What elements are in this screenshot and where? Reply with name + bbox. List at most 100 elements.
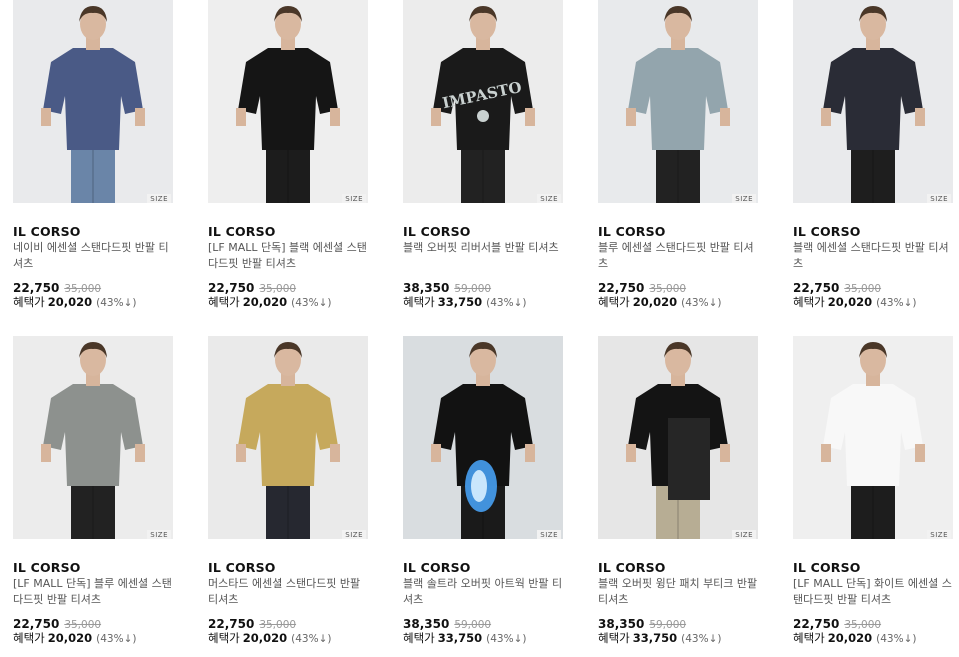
- size-tag[interactable]: SIZE: [537, 194, 561, 203]
- product-name[interactable]: [LF MALL 단독] 화이트 에센셜 스탠다드핏 반팔 티셔츠: [793, 576, 953, 610]
- benefit-line: 혜택가 33,750 (43%↓): [403, 630, 563, 646]
- sale-price: 22,750: [793, 617, 840, 631]
- product-card[interactable]: SIZE IL CORSO 블루 에센셜 스탠다드핏 반팔 티셔츠 22,750 35,…: [598, 0, 758, 310]
- benefit-label: 혜택가: [598, 631, 630, 645]
- benefit-price: 20,020: [242, 295, 288, 309]
- benefit-label: 혜택가: [598, 295, 630, 309]
- benefit-line: 혜택가 20,020 (43%↓): [793, 630, 953, 646]
- product-image[interactable]: SIZE: [13, 0, 173, 203]
- price-line: 22,750 35,000: [598, 277, 758, 295]
- product-image[interactable]: SIZE: [793, 0, 953, 203]
- product-image[interactable]: SIZE: [598, 0, 758, 203]
- product-brand[interactable]: IL CORSO: [598, 224, 758, 240]
- discount-rate: (43%↓): [291, 633, 332, 645]
- product-image[interactable]: SIZE: [208, 336, 368, 539]
- benefit-line: 혜택가 20,020 (43%↓): [598, 294, 758, 310]
- product-brand[interactable]: IL CORSO: [403, 560, 563, 576]
- price-line: 22,750 35,000: [793, 613, 953, 631]
- sale-price: 38,350: [403, 281, 450, 295]
- product-card[interactable]: SIZE IL CORSO 머스타드 에센셜 스탠다드핏 반팔 티셔츠 22,750 3…: [208, 336, 368, 646]
- benefit-price: 33,750: [437, 295, 483, 309]
- sale-price: 22,750: [208, 617, 255, 631]
- product-image[interactable]: SIZE: [13, 336, 173, 539]
- product-image[interactable]: SIZE: [208, 0, 368, 203]
- discount-rate: (43%↓): [681, 297, 722, 309]
- benefit-line: 혜택가 20,020 (43%↓): [208, 294, 368, 310]
- price-line: 22,750 35,000: [208, 277, 368, 295]
- benefit-line: 혜택가 20,020 (43%↓): [208, 630, 368, 646]
- sale-price: 22,750: [13, 281, 60, 295]
- product-card[interactable]: SIZE IL CORSO [LF MALL 단독] 화이트 에센셜 스탠다드핏 반…: [793, 336, 953, 646]
- product-name[interactable]: 블루 에센셜 스탠다드핏 반팔 티셔츠: [598, 240, 758, 274]
- product-grid: SIZE IL CORSO 네이비 에센셜 스탠다드핏 반팔 티셔츠 22,750 35…: [0, 0, 959, 657]
- product-image[interactable]: SIZE: [793, 336, 953, 539]
- discount-rate: (43%↓): [96, 633, 137, 645]
- sale-price: 38,350: [598, 617, 645, 631]
- product-name[interactable]: [LF MALL 단독] 블루 에센셜 스탠다드핏 반팔 티셔츠: [13, 576, 173, 610]
- price-line: 22,750 35,000: [13, 613, 173, 631]
- sale-price: 22,750: [793, 281, 840, 295]
- product-card[interactable]: SIZE IL CORSO 블랙 에센셜 스탠다드핏 반팔 티셔츠 22,750 35,…: [793, 0, 953, 310]
- size-tag[interactable]: SIZE: [342, 530, 366, 539]
- benefit-label: 혜택가: [13, 295, 45, 309]
- product-card[interactable]: SIZE IL CORSO 블랙 오버핏 윙단 패치 부티크 반팔 티셔츠 38,35…: [598, 336, 758, 646]
- size-tag[interactable]: SIZE: [927, 194, 951, 203]
- benefit-line: 혜택가 33,750 (43%↓): [598, 630, 758, 646]
- product-brand[interactable]: IL CORSO: [208, 224, 368, 240]
- size-tag[interactable]: SIZE: [732, 530, 756, 539]
- product-image[interactable]: IMPASTO SIZE: [403, 0, 563, 203]
- product-card[interactable]: SIZE IL CORSO [LF MALL 단독] 블루 에센셜 스탠다드핏 반팔…: [13, 336, 173, 646]
- price-line: 22,750 35,000: [208, 613, 368, 631]
- benefit-price: 20,020: [47, 295, 93, 309]
- benefit-line: 혜택가 20,020 (43%↓): [793, 294, 953, 310]
- discount-rate: (43%↓): [291, 297, 332, 309]
- product-image[interactable]: SIZE: [598, 336, 758, 539]
- price-line: 38,350 59,000: [403, 613, 563, 631]
- benefit-line: 혜택가 33,750 (43%↓): [403, 294, 563, 310]
- product-brand[interactable]: IL CORSO: [403, 224, 563, 240]
- price-line: 22,750 35,000: [13, 277, 173, 295]
- product-name[interactable]: 블랙 오버핏 리버서블 반팔 티셔츠: [403, 240, 563, 274]
- size-tag[interactable]: SIZE: [147, 194, 171, 203]
- price-line: 22,750 35,000: [793, 277, 953, 295]
- product-name[interactable]: 블랙 에센셜 스탠다드핏 반팔 티셔츠: [793, 240, 953, 274]
- size-tag[interactable]: SIZE: [927, 530, 951, 539]
- product-card[interactable]: SIZE IL CORSO 블랙 솔트라 오버핏 아트웍 반팔 티셔츠 38,350 5…: [403, 336, 563, 646]
- size-tag[interactable]: SIZE: [147, 530, 171, 539]
- product-brand[interactable]: IL CORSO: [598, 560, 758, 576]
- size-tag[interactable]: SIZE: [342, 194, 366, 203]
- benefit-price: 20,020: [827, 295, 873, 309]
- size-tag[interactable]: SIZE: [732, 194, 756, 203]
- product-name[interactable]: 블랙 오버핏 윙단 패치 부티크 반팔 티셔츠: [598, 576, 758, 610]
- product-image[interactable]: SIZE: [403, 336, 563, 539]
- benefit-label: 혜택가: [793, 631, 825, 645]
- benefit-label: 혜택가: [403, 631, 435, 645]
- product-brand[interactable]: IL CORSO: [208, 560, 368, 576]
- product-card[interactable]: SIZE IL CORSO [LF MALL 단독] 블랙 에센셜 스탠다드핏 반팔…: [208, 0, 368, 310]
- benefit-price: 33,750: [437, 631, 483, 645]
- product-name[interactable]: 머스타드 에센셜 스탠다드핏 반팔 티셔츠: [208, 576, 368, 610]
- discount-rate: (43%↓): [876, 297, 917, 309]
- product-name[interactable]: [LF MALL 단독] 블랙 에센셜 스탠다드핏 반팔 티셔츠: [208, 240, 368, 274]
- benefit-line: 혜택가 20,020 (43%↓): [13, 294, 173, 310]
- product-card[interactable]: SIZE IL CORSO 네이비 에센셜 스탠다드핏 반팔 티셔츠 22,750 35…: [13, 0, 173, 310]
- product-brand[interactable]: IL CORSO: [793, 224, 953, 240]
- sale-price: 22,750: [598, 281, 645, 295]
- product-brand[interactable]: IL CORSO: [13, 224, 173, 240]
- product-name[interactable]: 블랙 솔트라 오버핏 아트웍 반팔 티셔츠: [403, 576, 563, 610]
- price-line: 38,350 59,000: [598, 613, 758, 631]
- benefit-price: 20,020: [242, 631, 288, 645]
- product-brand[interactable]: IL CORSO: [13, 560, 173, 576]
- discount-rate: (43%↓): [486, 297, 527, 309]
- product-brand[interactable]: IL CORSO: [793, 560, 953, 576]
- price-line: 38,350 59,000: [403, 277, 563, 295]
- product-name[interactable]: 네이비 에센셜 스탠다드핏 반팔 티셔츠: [13, 240, 173, 274]
- sale-price: 22,750: [13, 617, 60, 631]
- size-tag[interactable]: SIZE: [537, 530, 561, 539]
- benefit-price: 20,020: [827, 631, 873, 645]
- discount-rate: (43%↓): [681, 633, 722, 645]
- product-card[interactable]: IMPASTO SIZE IL CORSO 블랙 오버핏 리버서블 반팔 티셔츠 38,…: [403, 0, 563, 310]
- benefit-price: 33,750: [632, 631, 678, 645]
- benefit-label: 혜택가: [403, 295, 435, 309]
- benefit-price: 20,020: [632, 295, 678, 309]
